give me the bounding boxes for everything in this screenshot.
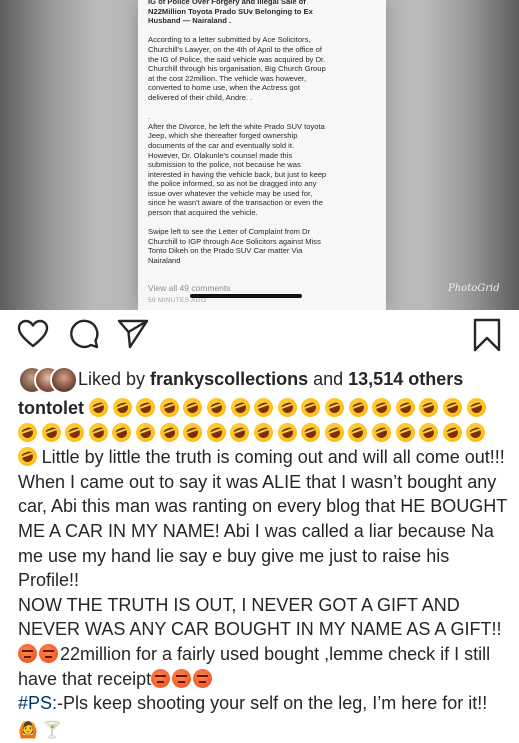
laughing-face-icon	[274, 419, 300, 445]
laughing-face-icon	[109, 419, 135, 445]
laughing-face-icon	[298, 419, 323, 445]
laughing-face-icon	[62, 419, 87, 445]
laughing-face-icon	[157, 395, 182, 420]
liker-avatars[interactable]	[18, 366, 78, 394]
laughing-face-icon	[369, 419, 394, 445]
laughing-face-icon	[463, 395, 489, 420]
laughing-face-icon	[133, 419, 158, 445]
comment-bubble-icon[interactable]	[68, 318, 100, 355]
caption-username[interactable]: tontolet	[18, 398, 84, 418]
paper-plane-icon[interactable]	[117, 318, 149, 355]
angry-face-icon	[172, 668, 192, 688]
angry-face-icon	[39, 643, 58, 663]
laughing-face-icon	[38, 419, 64, 445]
laughing-face-icon	[463, 419, 488, 445]
laughing-face-icon	[227, 419, 253, 445]
likes-summary[interactable]: Liked by frankyscollections and 13,514 o…	[78, 369, 463, 390]
laughing-face-icon	[322, 395, 347, 420]
laughing-face-icon	[15, 419, 40, 445]
home-indicator	[190, 294, 302, 298]
laughing-face-icon	[86, 395, 111, 420]
caption-line-5: :-Pls keep shooting your self on the leg…	[52, 693, 488, 714]
caption-line-3: NOW THE TRUTH IS OUT, I NEVER GOT A GIFT…	[18, 594, 502, 640]
likes-count[interactable]: 13,514 others	[348, 369, 463, 389]
bookmark-icon[interactable]	[472, 318, 502, 357]
laughing-face-icon	[369, 395, 394, 420]
likes-middle: and	[308, 368, 349, 389]
laughing-face-icon	[204, 419, 229, 445]
angry-face-icon	[151, 668, 171, 688]
angry-face-icon	[18, 643, 37, 663]
embedded-paragraph-3: Swipe left to see the Letter of Complain…	[148, 227, 321, 266]
embedded-timestamp: 59 MINUTES AGO	[148, 297, 207, 304]
embedded-paragraph-1: According to a letter submitted by Ace S…	[148, 35, 326, 102]
post-caption: tontolet Little by little the truth is c…	[15, 395, 510, 743]
photogrid-watermark: PhotoGrid	[448, 283, 500, 294]
laughing-face-icon	[86, 419, 111, 445]
laughing-face-icon	[416, 395, 441, 420]
likes-prefix: Liked by	[78, 368, 151, 389]
laughing-face-icon	[392, 419, 418, 445]
laughing-face-icon	[227, 395, 253, 420]
laughing-face-icon	[251, 395, 276, 420]
laughing-face-icon	[204, 395, 229, 420]
post-image[interactable]: IG of Police Over Forgery and Illegal Sa…	[0, 0, 519, 310]
avatar[interactable]	[50, 366, 78, 394]
laughing-face-icon	[298, 395, 324, 420]
laughing-face-icon	[440, 395, 465, 420]
laughing-face-icon	[109, 395, 135, 420]
heart-outline-icon[interactable]	[17, 318, 49, 355]
laughing-face-icon	[251, 419, 276, 445]
end-emojis: 🙆 🍸	[18, 721, 63, 739]
laughing-face-icon	[180, 395, 206, 420]
liker-username[interactable]: frankyscollections	[150, 369, 308, 389]
caption-line-1: Little by little the truth is coming out…	[41, 447, 505, 468]
angry-face-icon	[193, 668, 213, 688]
caption-line-4: 22million for a fairly used bought ,lemm…	[18, 643, 491, 689]
embedded-view-comments-link: View all 49 comments	[148, 283, 231, 293]
laughing-face-icon	[416, 419, 441, 445]
laughing-face-icon	[156, 419, 182, 445]
caption-line-2: When I came out to say it was ALIE that …	[18, 471, 507, 591]
laughing-face-icon	[345, 419, 370, 445]
laughing-face-icon	[15, 444, 40, 469]
post-action-bar	[0, 318, 519, 354]
laughing-face-icon	[440, 419, 465, 445]
embedded-headline: IG of Police Over Forgery and Illegal Sa…	[148, 0, 313, 26]
laughing-face-icon	[345, 395, 371, 420]
laughing-face-icon	[275, 395, 300, 420]
hashtag-link[interactable]: #PS	[18, 693, 52, 713]
embedded-article-text: IG of Police Over Forgery and Illegal Sa…	[148, 0, 380, 275]
laughing-face-icon	[133, 395, 158, 420]
laughing-face-icon	[322, 419, 347, 445]
laughing-face-icon	[180, 419, 205, 445]
embedded-paragraph-2: . After the Divorce, he left the white P…	[148, 112, 327, 218]
likes-row[interactable]: Liked by frankyscollections and 13,514 o…	[18, 365, 463, 394]
laughing-face-icon	[393, 395, 418, 420]
